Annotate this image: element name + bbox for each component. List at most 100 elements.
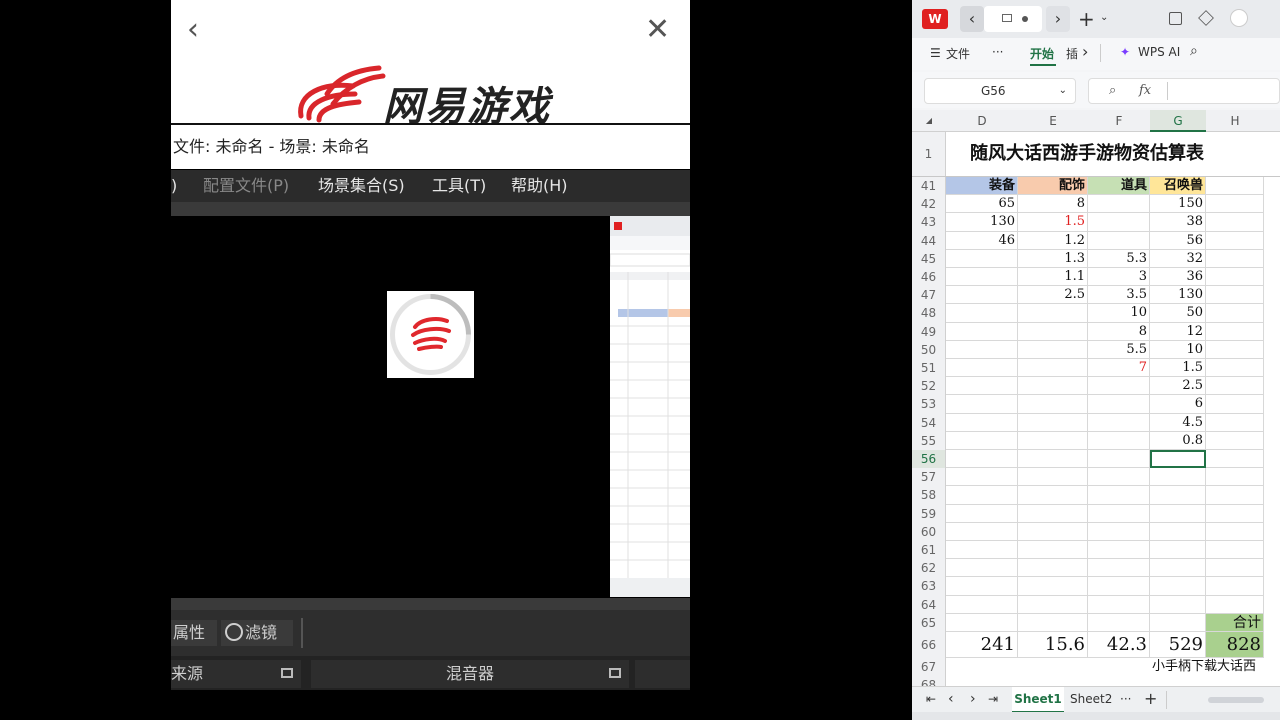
column-header-f[interactable]: F [1088, 110, 1150, 132]
cell-g[interactable]: 1.5 [1150, 359, 1206, 378]
new-tab-plus-icon[interactable]: + [1078, 6, 1095, 32]
cell-g[interactable]: 36 [1150, 268, 1206, 287]
total-cell-f[interactable]: 42.3 [1088, 632, 1150, 658]
cell-f[interactable] [1088, 541, 1150, 560]
cell-e[interactable] [1018, 486, 1088, 505]
row-header[interactable]: 66 [912, 632, 946, 658]
add-sheet-plus-icon[interactable]: + [1144, 689, 1157, 708]
cell-d[interactable]: 65 [946, 195, 1018, 214]
row-header[interactable]: 47 [912, 286, 946, 305]
cell-e[interactable] [1018, 413, 1088, 432]
cell-h[interactable] [1206, 231, 1264, 250]
row-header[interactable]: 42 [912, 195, 946, 214]
total-cell-g[interactable]: 529 [1150, 632, 1206, 658]
column-header-g[interactable]: G [1150, 110, 1206, 132]
cell-g[interactable]: 32 [1150, 249, 1206, 268]
cell-g[interactable]: 10 [1150, 340, 1206, 359]
row-header[interactable]: 67 [912, 658, 946, 677]
name-box[interactable]: G56 ⌄ [924, 78, 1076, 104]
menu-item-help[interactable]: 帮助(H) [511, 170, 568, 202]
cell-h[interactable] [1206, 268, 1264, 287]
chevron-down-icon[interactable]: ⌄ [1059, 79, 1067, 103]
chevron-down-icon[interactable]: ⌄ [1100, 12, 1108, 23]
menu-file[interactable]: 文件 [946, 45, 970, 62]
cell-h[interactable] [1206, 304, 1264, 323]
document-tab[interactable] [984, 6, 1042, 32]
cell-h[interactable] [1206, 577, 1264, 596]
tab-filters[interactable]: 滤镜 [221, 620, 293, 646]
cell-d[interactable] [946, 486, 1018, 505]
cell-d[interactable] [946, 595, 1018, 614]
cell-d[interactable] [946, 468, 1018, 487]
cell-f[interactable] [1088, 577, 1150, 596]
cube-icon[interactable] [1198, 10, 1214, 26]
cell-h[interactable] [1206, 486, 1264, 505]
row-header[interactable]: 54 [912, 413, 946, 432]
cell-d[interactable] [946, 359, 1018, 378]
cell-g[interactable]: 130 [1150, 286, 1206, 305]
cell-e[interactable] [1018, 522, 1088, 541]
formula-input[interactable]: ⌕ fx [1088, 78, 1280, 104]
cell-f[interactable] [1088, 486, 1150, 505]
row-header[interactable]: 55 [912, 431, 946, 450]
wps-logo-icon[interactable]: W [922, 9, 948, 29]
row-header[interactable]: 64 [912, 595, 946, 614]
header-cell-d[interactable]: 装备 [946, 177, 1018, 196]
cell-h[interactable] [1206, 559, 1264, 578]
cell-g[interactable]: 4.5 [1150, 413, 1206, 432]
cell-e[interactable] [1018, 541, 1088, 560]
cell-g[interactable]: 150 [1150, 195, 1206, 214]
total-cell-h[interactable]: 828 [1206, 632, 1264, 658]
cell-e[interactable]: 1.2 [1018, 231, 1088, 250]
row-header[interactable]: 62 [912, 559, 946, 578]
row-header[interactable]: 43 [912, 213, 946, 232]
cell-d[interactable] [946, 322, 1018, 341]
cell-e[interactable] [1018, 377, 1088, 396]
cell-e[interactable] [1018, 595, 1088, 614]
cell-h[interactable] [1206, 286, 1264, 305]
column-header-d[interactable]: D [946, 110, 1018, 132]
wps-ai-button[interactable]: WPS AI [1138, 45, 1180, 59]
tab-home[interactable]: 开始 [1030, 45, 1054, 62]
cell-e[interactable] [1018, 577, 1088, 596]
cell-g[interactable] [1150, 486, 1206, 505]
header-cell-e[interactable]: 配饰 [1018, 177, 1088, 196]
cell-d[interactable] [946, 522, 1018, 541]
cell-d[interactable] [946, 377, 1018, 396]
cell-h[interactable] [1206, 395, 1264, 414]
cell-d[interactable]: 130 [946, 213, 1018, 232]
selected-cell-g56[interactable] [1150, 450, 1206, 469]
cell-f[interactable] [1088, 395, 1150, 414]
cell-h[interactable] [1206, 595, 1264, 614]
cell-h[interactable] [1206, 541, 1264, 560]
cell-d[interactable] [946, 504, 1018, 523]
cell-d[interactable] [946, 577, 1018, 596]
header-cell-f[interactable]: 道具 [1088, 177, 1150, 196]
row-header[interactable]: 58 [912, 486, 946, 505]
horizontal-scrollbar[interactable] [1208, 697, 1264, 703]
fx-icon[interactable]: fx [1139, 79, 1151, 103]
cell-d[interactable] [946, 413, 1018, 432]
row-header[interactable]: 53 [912, 395, 946, 414]
cell-f[interactable]: 10 [1088, 304, 1150, 323]
cell-f[interactable]: 3 [1088, 268, 1150, 287]
row-header[interactable]: 46 [912, 268, 946, 287]
sheet-grid[interactable]: 1 随风大话西游手游物资估算表 41 装备 配饰 道具 召唤兽 42 65 8 150 43 130 1.… [912, 132, 1280, 695]
cell-e[interactable] [1018, 304, 1088, 323]
cell-e[interactable]: 2.5 [1018, 286, 1088, 305]
column-header-e[interactable]: E [1018, 110, 1088, 132]
cell-d[interactable] [946, 249, 1018, 268]
dock-sources[interactable]: 来源 [171, 660, 301, 688]
cell-h[interactable] [1206, 340, 1264, 359]
cell-g[interactable]: 0.8 [1150, 431, 1206, 450]
cell-e[interactable] [1018, 340, 1088, 359]
row-header[interactable]: 50 [912, 340, 946, 359]
cell-g[interactable]: 12 [1150, 322, 1206, 341]
cell-d[interactable] [946, 613, 1018, 632]
total-cell-e[interactable]: 15.6 [1018, 632, 1088, 658]
cell-f[interactable] [1088, 559, 1150, 578]
menu-item-scene-collection[interactable]: 场景集合(S) [318, 170, 405, 202]
cell-e[interactable] [1018, 468, 1088, 487]
first-sheet-icon[interactable]: ⇤ [926, 692, 936, 706]
row-header[interactable]: 44 [912, 231, 946, 250]
